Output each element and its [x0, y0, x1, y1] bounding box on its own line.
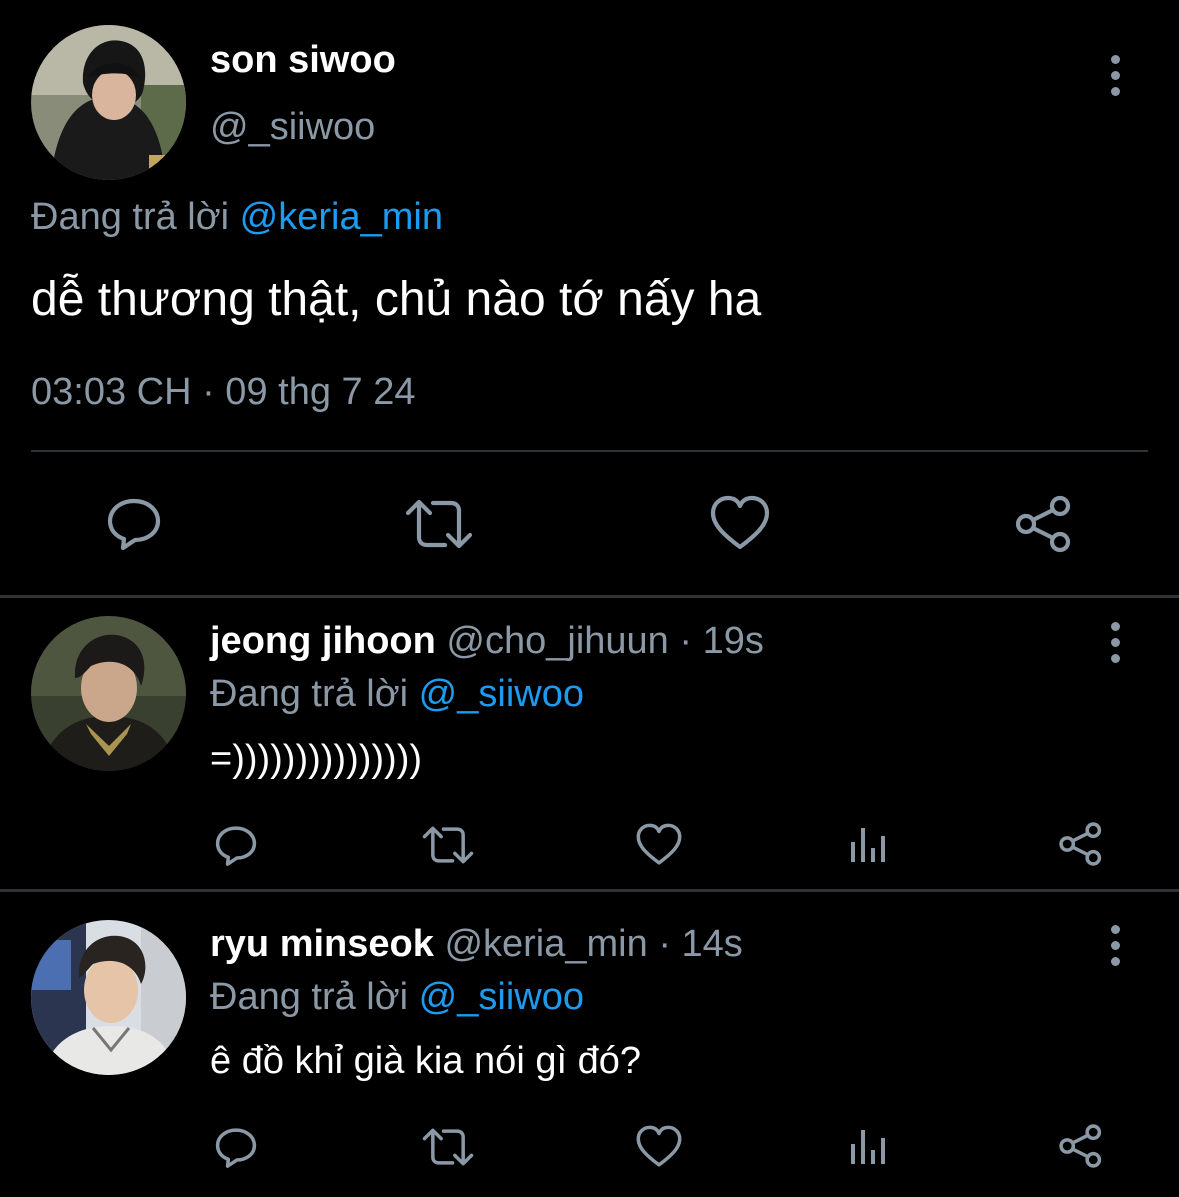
more-options-icon[interactable]	[1095, 45, 1135, 105]
author-handle[interactable]: @cho_jihuun	[446, 620, 668, 662]
reply-time[interactable]: · 14s	[658, 923, 742, 965]
replying-to-link[interactable]: @keria_min	[240, 196, 443, 238]
author-name[interactable]: ryu minseok	[210, 923, 434, 965]
reply-text: ê đồ khỉ già kia nói gì đó?	[210, 1040, 641, 1082]
reply-icon[interactable]	[104, 493, 164, 553]
reply-header: ryu minseok @keria_min · 14s	[210, 923, 743, 966]
replying-to: Đang trả lời @_siiwoo	[210, 976, 584, 1019]
tweet-text: dễ thương thật, chủ nào tớ nấy ha	[31, 273, 762, 326]
views-icon[interactable]	[850, 1126, 890, 1166]
replying-to-link[interactable]: @_siiwoo	[419, 976, 584, 1018]
replying-to-label: Đang trả lời	[31, 196, 230, 238]
like-icon[interactable]	[636, 1125, 682, 1168]
divider	[0, 595, 1179, 598]
reply-time[interactable]: · 19s	[679, 620, 763, 662]
tweet-timestamp[interactable]: 03:03 CH · 09 thg 7 24	[31, 371, 415, 414]
avatar[interactable]	[31, 25, 186, 180]
replying-to-link[interactable]: @_siiwoo	[419, 673, 584, 715]
like-icon[interactable]	[710, 495, 770, 551]
divider	[0, 889, 1179, 892]
replying-to-label: Đang trả lời	[210, 673, 409, 715]
more-options-icon[interactable]	[1095, 915, 1135, 975]
share-icon[interactable]	[1058, 821, 1104, 867]
author-handle[interactable]: @_siiwoo	[210, 106, 375, 149]
retweet-icon[interactable]	[405, 495, 473, 553]
retweet-icon[interactable]	[422, 823, 474, 867]
reply-icon[interactable]	[213, 1124, 259, 1170]
replying-to: Đang trả lời @_siiwoo	[210, 673, 584, 716]
more-options-icon[interactable]	[1095, 612, 1135, 672]
share-icon[interactable]	[1014, 494, 1074, 554]
retweet-icon[interactable]	[422, 1125, 474, 1169]
reply-text: =)))))))))))))))	[210, 738, 423, 780]
views-icon[interactable]	[850, 824, 890, 864]
like-icon[interactable]	[636, 823, 682, 866]
divider	[31, 450, 1148, 452]
replying-to-label: Đang trả lời	[210, 976, 409, 1018]
share-icon[interactable]	[1058, 1123, 1104, 1169]
author-name[interactable]: jeong jihoon	[210, 620, 436, 662]
avatar[interactable]	[31, 920, 186, 1075]
replying-to: Đang trả lời @keria_min	[31, 196, 443, 239]
reply-header: jeong jihoon @cho_jihuun · 19s	[210, 620, 764, 663]
author-name[interactable]: son siwoo	[210, 39, 396, 82]
avatar[interactable]	[31, 616, 186, 771]
reply-icon[interactable]	[213, 822, 259, 868]
author-handle[interactable]: @keria_min	[444, 923, 647, 965]
